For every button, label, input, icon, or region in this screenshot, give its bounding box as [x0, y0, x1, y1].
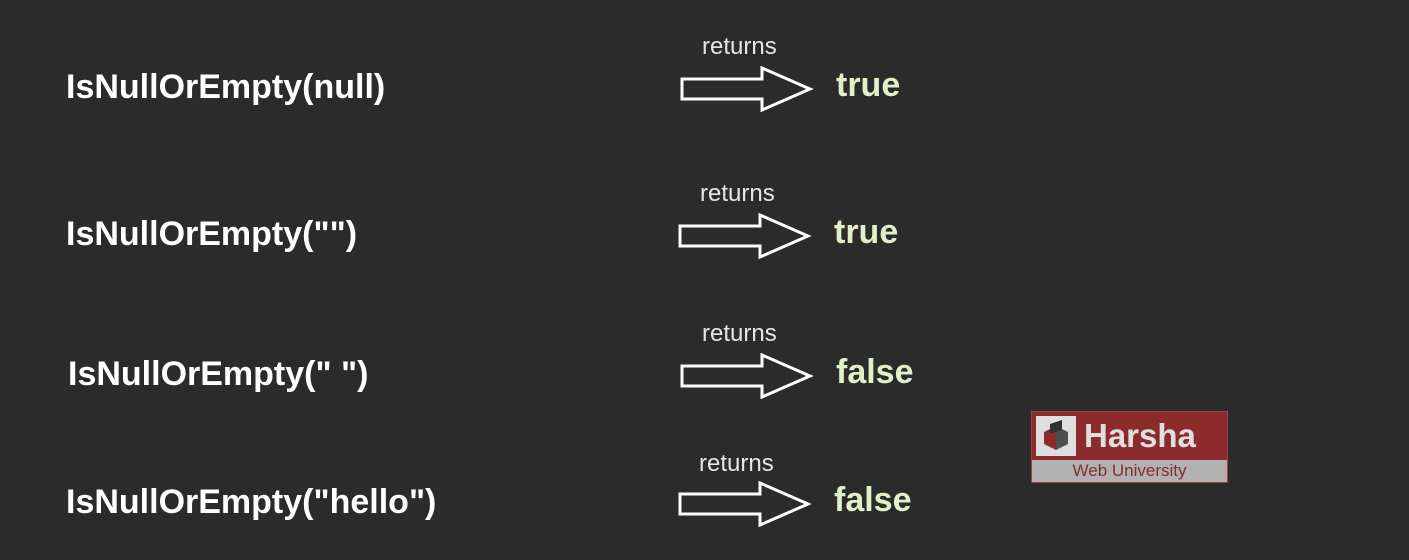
right-arrow-icon — [678, 213, 812, 259]
right-arrow-icon — [680, 66, 814, 112]
example-row: IsNullOrEmpty(" ") returns false — [0, 317, 1409, 417]
expression-text: IsNullOrEmpty("") — [66, 215, 358, 253]
logo-title: Harsha — [1084, 417, 1196, 454]
result-text: false — [836, 353, 914, 391]
logo-subtitle-bar: Web University — [1032, 460, 1227, 482]
expression-text: IsNullOrEmpty(null) — [66, 68, 386, 106]
example-row: IsNullOrEmpty("") returns true — [0, 177, 1409, 277]
right-arrow-icon — [678, 481, 812, 527]
harsha-logo-icon — [1036, 416, 1076, 456]
example-row: IsNullOrEmpty(null) returns true — [0, 30, 1409, 130]
harsha-logo-watermark: Harsha Web University — [1031, 411, 1228, 483]
returns-label: returns — [700, 180, 775, 207]
expression-text: IsNullOrEmpty("hello") — [66, 483, 437, 521]
returns-label: returns — [702, 320, 777, 347]
result-text: true — [836, 66, 901, 104]
expression-text: IsNullOrEmpty(" ") — [68, 355, 369, 393]
result-text: false — [834, 481, 912, 519]
logo-subtitle: Web University — [1072, 461, 1187, 480]
right-arrow-icon — [680, 353, 814, 399]
returns-label: returns — [699, 450, 774, 477]
returns-label: returns — [702, 33, 777, 60]
result-text: true — [834, 213, 899, 251]
